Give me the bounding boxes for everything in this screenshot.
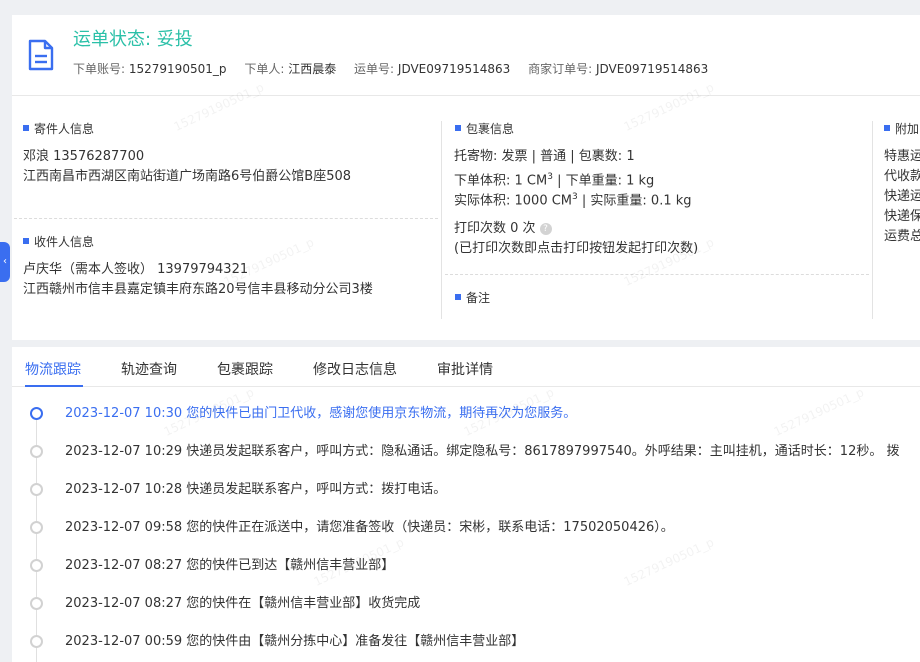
package-goods: 托寄物: 发票 | 普通 | 包裹数: 1 <box>454 149 635 164</box>
timeline-dot-icon <box>30 559 43 572</box>
extra-line: 代收款 <box>884 169 920 184</box>
collapse-side-tab[interactable]: ‹ <box>0 242 10 282</box>
shipment-info-card: 寄件人信息 邓浪 13576287700 江西南昌市西湖区南站街道广场南路6号伯… <box>12 95 920 340</box>
timeline-text: 2023-12-07 09:58 您的快件正在派送中，请您准备签收（快递员：宋彬… <box>65 520 674 535</box>
tracking-tabs: 物流跟踪 轨迹查询 包裹跟踪 修改日志信息 审批详情 <box>12 347 920 387</box>
timeline-item: 2023-12-07 08:27 您的快件在【赣州信丰营业部】收货完成 <box>12 594 920 614</box>
meta-merchant-order-no: 商家订单号: JDVE09719514863 <box>528 62 709 76</box>
tab-change-log[interactable]: 修改日志信息 <box>313 359 397 379</box>
tab-logistics-tracking[interactable]: 物流跟踪 <box>25 359 81 379</box>
timeline-dot-icon <box>30 483 43 496</box>
timeline-text: 2023-12-07 10:29 快递员发起联系客户，呼叫方式：隐私通话。绑定隐… <box>65 444 900 459</box>
column-divider <box>872 121 873 319</box>
waybill-status-title: 运单状态: 妥投 <box>73 29 193 50</box>
print-count: 打印次数 0 次? <box>454 219 552 239</box>
timeline-text: 2023-12-07 00:59 您的快件由【赣州分拣中心】准备发往【赣州信丰营… <box>65 634 525 649</box>
tab-track-query[interactable]: 轨迹查询 <box>121 359 177 379</box>
timeline-dot-icon <box>30 407 43 420</box>
timeline-text: 2023-12-07 10:30 您的快件已由门卫代收，感谢您使用京东物流，期待… <box>65 406 577 421</box>
section-marker-icon <box>455 294 461 300</box>
sender-address: 江西南昌市西湖区南站街道广场南路6号伯爵公馆B座508 <box>23 169 352 184</box>
document-icon <box>28 39 54 71</box>
help-icon[interactable]: ? <box>539 223 552 235</box>
timeline-item: 2023-12-07 09:58 您的快件正在派送中，请您准备签收（快递员：宋彬… <box>12 518 920 538</box>
timeline-item: 2023-12-07 10:30 您的快件已由门卫代收，感谢您使用京东物流，期待… <box>12 404 920 424</box>
section-marker-icon <box>884 125 890 131</box>
timeline-item: 2023-12-07 10:28 快递员发起联系客户，呼叫方式：拨打电话。 <box>12 480 920 500</box>
remark-section-title: 备注 <box>455 289 490 306</box>
waybill-meta-row: 下单账号: 15279190501_p 下单人: 江西晨泰 运单号: JDVE0… <box>73 60 722 77</box>
section-marker-icon <box>23 238 29 244</box>
timeline-dot-icon <box>30 597 43 610</box>
extra-line: 快递保 <box>884 209 920 224</box>
extra-line: 快递运 <box>884 189 920 204</box>
waybill-header-card: 运单状态: 妥投 下单账号: 15279190501_p 下单人: 江西晨泰 运… <box>12 15 920 95</box>
tab-package-tracking[interactable]: 包裹跟踪 <box>217 359 273 379</box>
package-actual-volume-weight: 实际体积: 1000 CM3 | 实际重量: 0.1 kg <box>454 192 692 209</box>
sender-name-phone: 邓浪 13576287700 <box>23 149 145 164</box>
meta-account: 下单账号: 15279190501_p <box>73 62 227 76</box>
divider <box>445 274 869 275</box>
tracking-card: 物流跟踪 轨迹查询 包裹跟踪 修改日志信息 审批详情 2023-12-07 10… <box>12 347 920 662</box>
meta-orderer: 下单人: 江西晨泰 <box>244 62 337 76</box>
chevron-left-icon: ‹ <box>3 256 7 267</box>
timeline-text: 2023-12-07 08:27 您的快件在【赣州信丰营业部】收货完成 <box>65 596 421 611</box>
section-marker-icon <box>23 125 29 131</box>
receiver-section-title: 收件人信息 <box>23 233 94 250</box>
timeline-dot-icon <box>30 521 43 534</box>
timeline-item: 2023-12-07 08:27 您的快件已到达【赣州信丰营业部】 <box>12 556 920 576</box>
print-count-hint: (已打印次数即点击打印按钮发起打印次数) <box>454 241 699 256</box>
timeline-dot-icon <box>30 445 43 458</box>
package-section-title: 包裹信息 <box>455 120 514 137</box>
column-divider <box>441 121 442 319</box>
sender-section-title: 寄件人信息 <box>23 120 94 137</box>
meta-waybill-no: 运单号: JDVE09719514863 <box>354 62 511 76</box>
extra-line: 特惠运 <box>884 149 920 164</box>
receiver-address: 江西赣州市信丰县嘉定镇丰府东路20号信丰县移动分公司3楼 <box>23 282 373 297</box>
timeline-dot-icon <box>30 635 43 648</box>
receiver-name-phone: 卢庆华（需本人签收） 13979794321 <box>23 262 249 277</box>
tab-approval-details[interactable]: 审批详情 <box>437 359 493 379</box>
extra-line: 运费总 <box>884 229 920 244</box>
timeline-item: 2023-12-07 00:59 您的快件由【赣州分拣中心】准备发往【赣州信丰营… <box>12 632 920 652</box>
divider <box>14 218 438 219</box>
section-marker-icon <box>455 125 461 131</box>
timeline-text: 2023-12-07 10:28 快递员发起联系客户，呼叫方式：拨打电话。 <box>65 482 447 497</box>
extra-section-title: 附加 <box>884 120 919 137</box>
timeline-text: 2023-12-07 08:27 您的快件已到达【赣州信丰营业部】 <box>65 558 395 573</box>
timeline-item: 2023-12-07 10:29 快递员发起联系客户，呼叫方式：隐私通话。绑定隐… <box>12 442 920 462</box>
active-tab-indicator <box>25 385 83 387</box>
